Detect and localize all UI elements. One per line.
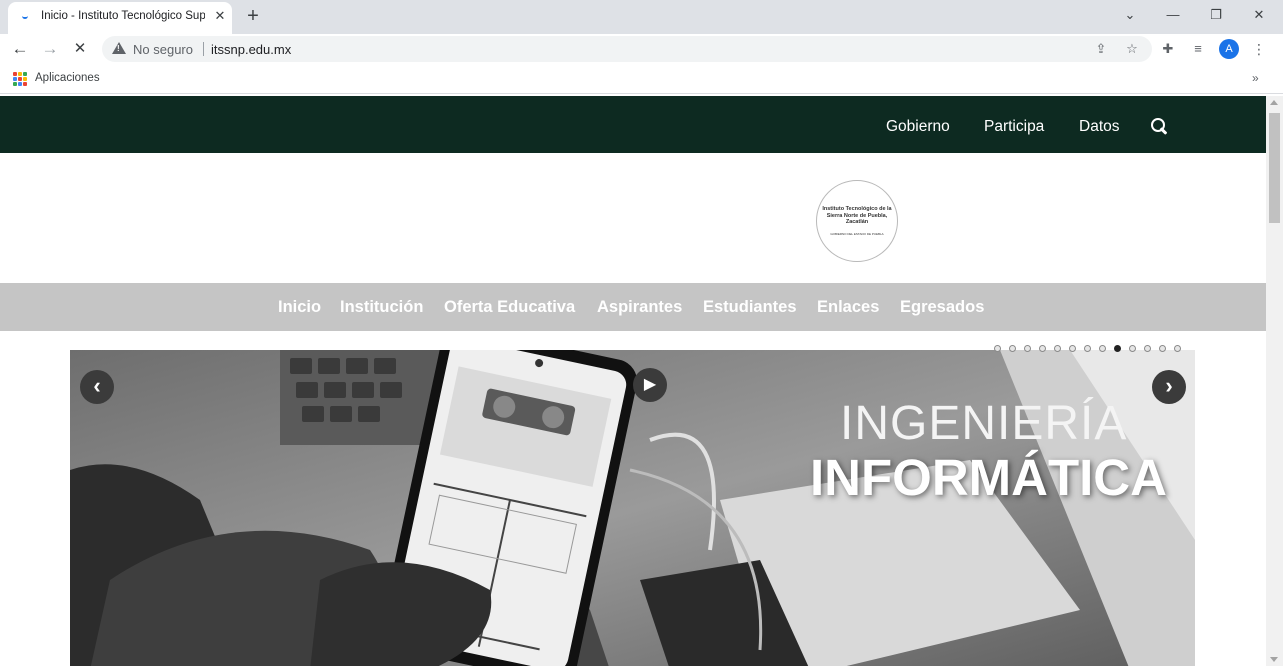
slider-dot[interactable]: [1114, 345, 1121, 352]
slider-dot[interactable]: [1174, 345, 1181, 352]
slider-play-button[interactable]: ▶: [633, 368, 667, 402]
slider-pagination-dots: [994, 345, 1194, 353]
nav-item-oferta-educativa[interactable]: Oferta Educativa: [444, 298, 575, 317]
bookmarks-bar: Aplicaciones »: [0, 64, 1283, 94]
extensions-icon[interactable]: ✚: [1158, 39, 1178, 59]
menu-icon[interactable]: ⋮: [1249, 39, 1269, 59]
nav-item-estudiantes[interactable]: Estudiantes: [703, 298, 797, 317]
scroll-down-arrow-icon[interactable]: [1270, 657, 1278, 662]
star-icon[interactable]: ☆: [1123, 40, 1141, 58]
url-text[interactable]: itssnp.edu.mx: [211, 42, 291, 57]
slider-dot[interactable]: [1144, 345, 1151, 352]
institute-logo[interactable]: Instituto Tecnológico de la Sierra Norte…: [816, 180, 898, 262]
tab-title: Inicio - Instituto Tecnológico Sup: [41, 10, 205, 22]
nav-item-institucion[interactable]: Institución: [340, 298, 423, 317]
security-status-label[interactable]: No seguro: [133, 42, 193, 57]
slider-dot[interactable]: [1009, 345, 1016, 352]
nav-item-enlaces[interactable]: Enlaces: [817, 298, 879, 317]
gov-link-participa[interactable]: Participa: [984, 118, 1044, 136]
scrollbar-thumb[interactable]: [1269, 113, 1280, 223]
slider-dot[interactable]: [1054, 345, 1061, 352]
profile-avatar[interactable]: A: [1219, 39, 1239, 59]
apps-bookmark[interactable]: Aplicaciones: [35, 72, 100, 84]
slider-next-button[interactable]: ›: [1152, 370, 1186, 404]
search-icon[interactable]: [1150, 117, 1168, 135]
slider-dot[interactable]: [1099, 345, 1106, 352]
address-bar[interactable]: No seguro itssnp.edu.mx ⇪ ☆: [102, 36, 1152, 62]
slide-title-line1: INGENIERÍA: [840, 397, 1128, 450]
tab-search-icon[interactable]: ⌄: [1117, 4, 1143, 26]
reading-list-icon[interactable]: ≡: [1188, 39, 1208, 59]
nav-item-inicio[interactable]: Inicio: [278, 298, 321, 317]
gov-link-gobierno[interactable]: Gobierno: [886, 118, 950, 136]
slider-dot[interactable]: [1084, 345, 1091, 352]
slider-dot[interactable]: [1069, 345, 1076, 352]
logo-institute-name: Instituto Tecnológico de la Sierra Norte…: [822, 206, 892, 225]
nav-item-egresados[interactable]: Egresados: [900, 298, 984, 317]
gov-link-datos[interactable]: Datos: [1079, 118, 1120, 136]
slider-dot[interactable]: [1159, 345, 1166, 352]
slider-dot[interactable]: [1039, 345, 1046, 352]
nav-item-aspirantes[interactable]: Aspirantes: [597, 298, 682, 317]
url-divider: [203, 42, 204, 56]
web-page: Gobierno Participa Datos Instituto Tecno…: [0, 96, 1266, 666]
page-scrollbar[interactable]: [1266, 96, 1283, 666]
forward-button[interactable]: →: [39, 38, 61, 60]
main-navigation: Inicio Institución Oferta Educativa Aspi…: [0, 283, 1266, 331]
share-icon[interactable]: ⇪: [1092, 40, 1110, 58]
new-tab-button[interactable]: +: [242, 5, 264, 27]
tab-strip: Inicio - Instituto Tecnológico Sup ✕ + ⌄…: [0, 0, 1283, 34]
restore-window-button[interactable]: ❐: [1203, 4, 1229, 26]
loading-favicon-icon: [22, 16, 28, 19]
slider-dot[interactable]: [1129, 345, 1136, 352]
government-top-bar: Gobierno Participa Datos: [0, 96, 1266, 153]
close-window-button[interactable]: ✕: [1246, 4, 1272, 26]
slider-dot[interactable]: [994, 345, 1001, 352]
apps-grid-icon[interactable]: [13, 72, 27, 86]
minimize-window-button[interactable]: —: [1160, 4, 1186, 26]
not-secure-warning-icon[interactable]: [112, 42, 126, 54]
browser-tab-active[interactable]: Inicio - Instituto Tecnológico Sup ✕: [8, 2, 232, 34]
back-button[interactable]: ←: [9, 38, 31, 60]
scroll-up-arrow-icon[interactable]: [1270, 100, 1278, 105]
slider-prev-button[interactable]: ‹: [80, 370, 114, 404]
browser-toolbar: ← → ✕ No seguro itssnp.edu.mx ⇪ ☆ ✚ ≡ A …: [0, 34, 1283, 64]
bookmarks-overflow-icon[interactable]: »: [1252, 71, 1259, 85]
stop-loading-button[interactable]: ✕: [69, 38, 91, 60]
slider-dot[interactable]: [1024, 345, 1031, 352]
tab-close-icon[interactable]: ✕: [211, 7, 229, 25]
slide-title-line2: INFORMÁTICA: [810, 449, 1167, 506]
logo-subtext: GOBIERNO DEL ESTADO DE PUEBLA: [830, 232, 884, 236]
